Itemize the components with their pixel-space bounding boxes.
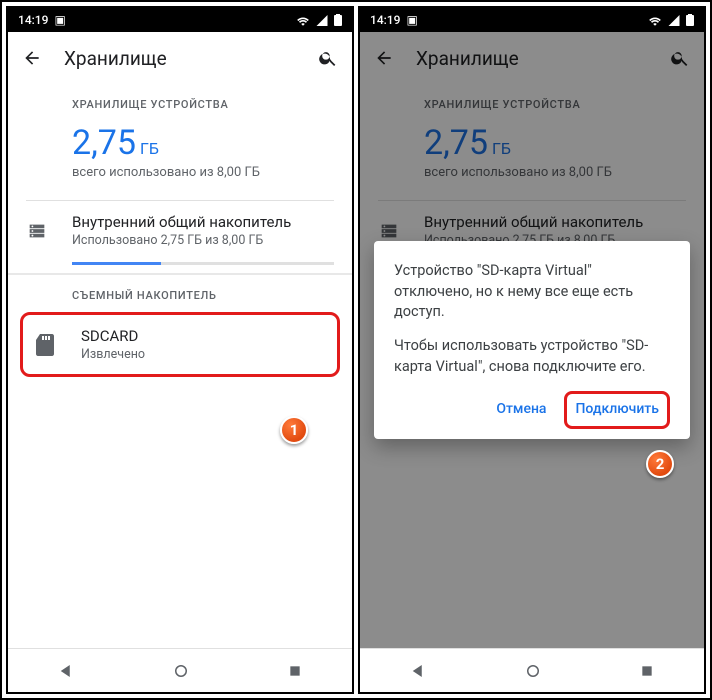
content-area: ХРАНИЛИЩЕ УСТРОЙСТВА 2,75 ГБ всего испол… [8, 84, 352, 648]
sdcard-icon [35, 334, 81, 356]
nav-recent[interactable] [639, 663, 655, 679]
status-time: 14:19 [370, 13, 400, 27]
storage-amount: 2,75 [72, 123, 136, 163]
back-button[interactable] [22, 48, 42, 68]
app-bar: Хранилище [8, 32, 352, 84]
phone-right: 14:19 ▣ Хранилище ХРАНИЛИЩЕ УСТРОЙСТВА [358, 6, 706, 694]
storage-unit: ГБ [140, 139, 159, 158]
signal-icon [316, 15, 328, 26]
navigation-bar [8, 648, 352, 692]
battery-icon [686, 14, 694, 26]
search-button[interactable] [318, 48, 338, 68]
internal-subtitle: Использовано 2,75 ГБ из 8,00 ГБ [72, 233, 334, 248]
battery-icon [334, 14, 342, 26]
dev-icon: ▣ [54, 13, 65, 27]
sdcard-title: SDCARD [81, 327, 325, 345]
dialog-confirm-button[interactable]: Подключить [564, 391, 670, 429]
status-bar: 14:19 ▣ [360, 8, 704, 32]
navigation-bar [360, 648, 704, 692]
wifi-icon [648, 15, 662, 26]
nav-back[interactable] [409, 662, 427, 680]
signal-icon [668, 15, 680, 26]
highlight-sdcard: SDCARD Извлечено [20, 312, 340, 377]
internal-progress [72, 262, 334, 265]
internal-title: Внутренний общий накопитель [72, 213, 334, 231]
storage-total[interactable]: 2,75 ГБ всего использовано из 8,00 ГБ [8, 117, 352, 186]
dialog-text-1: Устройство "SD-карта Virtual" отключено,… [394, 261, 670, 322]
nav-back[interactable] [57, 662, 75, 680]
section-removable: СЪЕМНЫЙ НАКОПИТЕЛЬ [8, 275, 352, 308]
callout-1: 1 [280, 416, 308, 444]
nav-home[interactable] [524, 662, 542, 680]
nav-recent[interactable] [287, 663, 303, 679]
dialog-cancel-button[interactable]: Отмена [486, 392, 556, 428]
section-device-storage: ХРАНИЛИЩЕ УСТРОЙСТВА [8, 84, 352, 117]
status-bar: 14:19 ▣ [8, 8, 352, 32]
storage-subtitle: всего использовано из 8,00 ГБ [72, 165, 334, 180]
sdcard-subtitle: Извлечено [81, 347, 325, 362]
page-title: Хранилище [64, 47, 318, 70]
dialog: Устройство "SD-карта Virtual" отключено,… [374, 241, 690, 438]
status-time: 14:19 [18, 13, 48, 27]
dev-icon: ▣ [406, 13, 417, 27]
callout-2: 2 [646, 450, 674, 478]
internal-storage-row[interactable]: Внутренний общий накопитель Использовано… [8, 201, 352, 258]
dialog-text-2: Чтобы использовать устройство "SD-карта … [394, 336, 670, 377]
sdcard-row[interactable]: SDCARD Извлечено [29, 321, 331, 368]
nav-home[interactable] [172, 662, 190, 680]
storage-icon [26, 220, 72, 242]
dialog-scrim: Устройство "SD-карта Virtual" отключено,… [360, 32, 704, 648]
phone-left: 14:19 ▣ Хранилище ХРАНИЛИЩЕ УСТРОЙСТВА 2… [6, 6, 354, 694]
wifi-icon [296, 15, 310, 26]
